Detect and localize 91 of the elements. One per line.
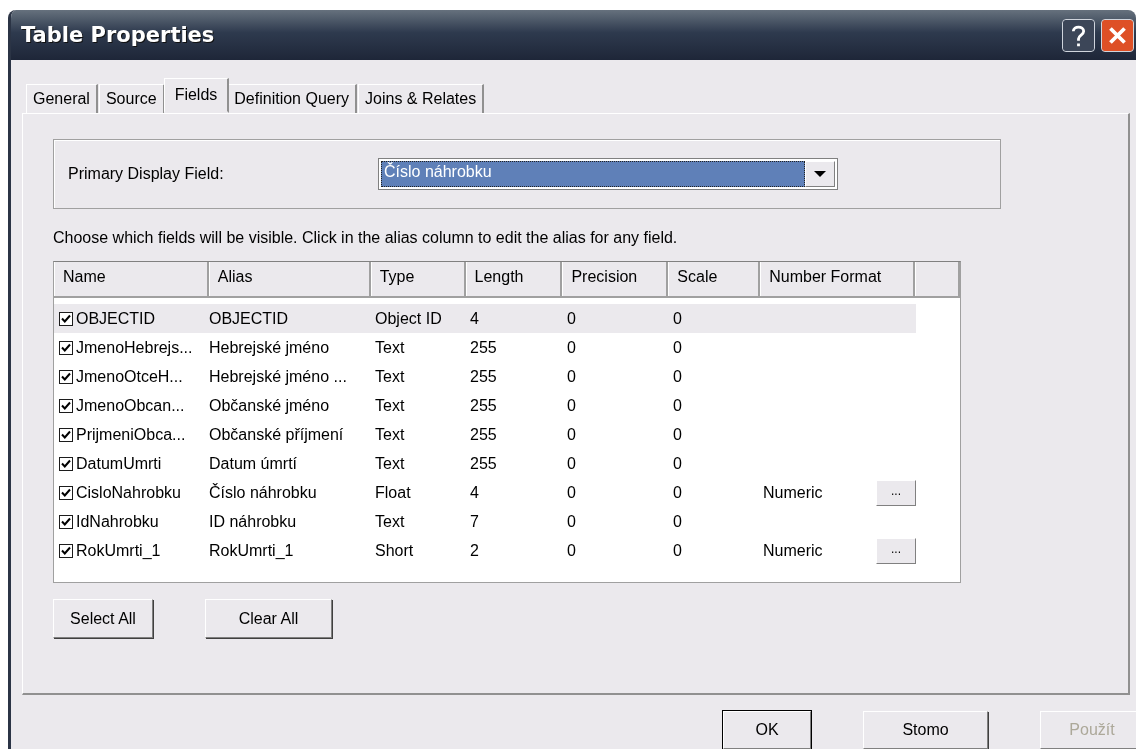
tab[interactable]: Definition Query: [227, 84, 358, 113]
table-cell: 0: [567, 512, 576, 530]
table-cell: RokUmrti_1: [76, 541, 161, 560]
table-cell: Text: [375, 338, 405, 356]
dialog-button[interactable]: Stomo: [863, 711, 988, 749]
table-cell: 0: [567, 425, 576, 443]
table-cell: Text: [375, 367, 405, 385]
table-cell: Object ID: [375, 309, 442, 327]
column-header[interactable]: Type: [370, 262, 466, 296]
format-button[interactable]: ...: [876, 479, 916, 506]
table-cell: Občanské jméno: [209, 396, 330, 414]
checkbox[interactable]: [59, 485, 73, 500]
table-cell: OBJECTID: [209, 309, 289, 327]
table-cell: PrijmeniObca...: [76, 425, 186, 444]
checkbox[interactable]: [59, 340, 73, 355]
table-cell: 2: [470, 541, 479, 559]
table-cell: JmenoObcan...: [76, 396, 185, 415]
table-cell: 0: [567, 338, 576, 356]
checkbox[interactable]: [59, 514, 73, 529]
table-cell: 0: [567, 541, 576, 559]
table-cell: Text: [375, 425, 405, 443]
table-cell: 4: [470, 309, 479, 327]
table-cell: CisloNahrobku: [76, 483, 181, 502]
table-cell: Numeric: [763, 541, 823, 560]
table-cell: 255: [470, 425, 497, 443]
dropdown-arrow-icon: [813, 170, 827, 178]
table-cell: 0: [567, 396, 576, 414]
table-cell: Text: [375, 454, 405, 472]
close-icon[interactable]: [1101, 18, 1134, 52]
table-cell: 4: [470, 483, 479, 501]
table-cell: Text: [375, 396, 405, 414]
instruction-text: Choose which fields will be visible. Click in the alias column to edit the alias for any field.: [53, 229, 679, 247]
select-all-button[interactable]: Select All: [53, 599, 153, 638]
format-button[interactable]: ...: [876, 537, 916, 564]
table-cell: 0: [673, 541, 682, 559]
field-label: Primary Display Field:: [68, 165, 225, 183]
checkbox[interactable]: [59, 427, 73, 442]
table-cell: IdNahrobku: [76, 512, 159, 531]
table-cell: Číslo náhrobku: [209, 483, 317, 501]
table-cell: JmenoOtceH...: [76, 367, 183, 386]
table-cell: 255: [470, 338, 497, 356]
table-cell: 0: [673, 367, 682, 385]
table-cell: 0: [567, 309, 576, 327]
tab[interactable]: General: [26, 84, 98, 113]
table-cell: Datum úmrtí: [209, 454, 297, 472]
table-cell: OBJECTID: [76, 309, 156, 328]
table-cell: RokUmrti_1: [209, 541, 294, 559]
table-cell: 255: [470, 454, 497, 472]
column-header[interactable]: Name: [54, 262, 209, 296]
table-cell: DatumUmrti: [76, 454, 162, 473]
table-cell: 0: [673, 309, 682, 327]
checkbox[interactable]: [59, 369, 73, 384]
table-cell: Občanské příjmení: [209, 425, 344, 443]
table-cell: 0: [673, 483, 682, 501]
clear-all-button[interactable]: Clear All: [205, 599, 332, 638]
checkbox[interactable]: [59, 311, 73, 326]
table-cell: 0: [567, 483, 576, 501]
dialog-button[interactable]: OK: [723, 711, 811, 749]
window-title: Table Properties: [21, 23, 216, 47]
column-header[interactable]: Alias: [208, 262, 371, 296]
tab[interactable]: Fields: [163, 78, 230, 113]
table-cell: Hebrejské jméno ...: [209, 367, 347, 385]
checkbox[interactable]: [59, 398, 73, 413]
table-cell: Text: [375, 512, 405, 530]
checkbox[interactable]: [59, 456, 73, 471]
table-cell: 0: [673, 454, 682, 472]
column-header[interactable]: Scale: [668, 262, 761, 296]
table-cell: 0: [673, 512, 682, 530]
primary-display-field-dropdown[interactable]: Číslo náhrobku: [378, 158, 838, 190]
table-cell: 255: [470, 396, 497, 414]
table-cell: Float: [375, 483, 411, 501]
table-cell: Numeric: [763, 483, 823, 502]
help-icon[interactable]: [1062, 18, 1095, 52]
table-cell: Short: [375, 541, 414, 559]
selected-row-highlight[interactable]: OBJECTID OBJECTID Object ID 4 0 0: [54, 304, 916, 333]
table-cell: Hebrejské jméno: [209, 338, 330, 356]
table-cell: 0: [567, 367, 576, 385]
table-cell: JmenoHebrejs...: [76, 338, 193, 357]
table-cell: 7: [470, 512, 479, 530]
table-cell: 0: [673, 338, 682, 356]
tab[interactable]: Source: [98, 84, 165, 113]
table-cell: 255: [470, 367, 497, 385]
checkbox[interactable]: [59, 543, 73, 558]
column-header[interactable]: Number Format: [760, 262, 916, 296]
table-cell: 0: [673, 396, 682, 414]
table-cell: ID náhrobku: [209, 512, 297, 530]
column-header[interactable]: Length: [465, 262, 563, 296]
table-cell: 0: [567, 454, 576, 472]
column-header[interactable]: Precision: [562, 262, 669, 296]
table-cell: 0: [673, 425, 682, 443]
tab[interactable]: Joins & Relates: [358, 84, 485, 113]
